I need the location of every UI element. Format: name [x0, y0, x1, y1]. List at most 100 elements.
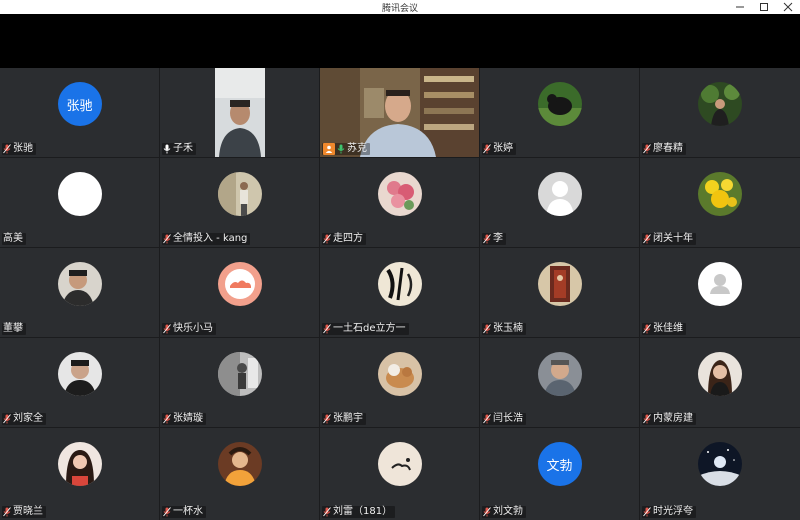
mic-icon — [163, 144, 171, 154]
participant-name: 高美 — [3, 233, 23, 244]
muted-mic-icon — [643, 144, 651, 154]
avatar — [698, 442, 742, 486]
participant-tile[interactable]: 走四方 — [320, 158, 479, 247]
participant-name: 张驰 — [13, 143, 33, 154]
muted-mic-icon — [483, 507, 491, 517]
participant-tile[interactable]: 子禾 — [160, 68, 319, 157]
muted-mic-icon — [483, 414, 491, 424]
participant-tile[interactable]: 时光浮夸 — [640, 428, 800, 520]
name-tag: 快乐小马 — [162, 323, 216, 335]
participant-tile[interactable]: 文勃 刘文勃 — [480, 428, 639, 520]
name-tag: 子禾 — [162, 143, 196, 155]
name-tag: 内蒙房建 — [642, 413, 696, 425]
minimize-icon[interactable] — [734, 1, 746, 13]
name-tag: 张鹏宇 — [322, 413, 366, 425]
participant-tile[interactable]: 一土石de立方一 — [320, 248, 479, 337]
participant-name: 刘文勃 — [493, 506, 523, 517]
participant-tile[interactable]: 闫长浩 — [480, 338, 639, 427]
name-tag: 廖春精 — [642, 143, 686, 155]
muted-mic-icon — [483, 324, 491, 334]
participant-tile[interactable]: 张婧璇 — [160, 338, 319, 427]
participant-name: 时光浮夸 — [653, 506, 693, 517]
name-tag: 一土石de立方一 — [322, 323, 409, 335]
participant-name: 刘家全 — [13, 413, 43, 424]
muted-mic-icon — [163, 414, 171, 424]
participant-tile[interactable]: 张佳维 — [640, 248, 800, 337]
avatar — [217, 442, 262, 486]
participant-tile[interactable]: 张鹏宇 — [320, 338, 479, 427]
participant-tile[interactable]: 刘家全 — [0, 338, 159, 427]
participant-name: 李 — [493, 233, 503, 244]
name-tag: 张婷 — [482, 143, 516, 155]
muted-mic-icon — [163, 234, 171, 244]
participant-tile[interactable]: 闭关十年 — [640, 158, 800, 247]
participant-name: 闫长浩 — [493, 413, 523, 424]
muted-mic-icon — [163, 507, 171, 517]
name-tag: 闫长浩 — [482, 413, 526, 425]
muted-mic-icon — [643, 324, 651, 334]
muted-mic-icon — [323, 414, 331, 424]
participant-tile[interactable]: 贾晓兰 — [0, 428, 159, 520]
participant-tile[interactable]: 高美 — [0, 158, 159, 247]
muted-mic-icon — [483, 144, 491, 154]
muted-mic-icon — [323, 234, 331, 244]
participant-tile[interactable]: 廖春精 — [640, 68, 800, 157]
name-tag: 张玉楠 — [482, 323, 526, 335]
participant-tile[interactable]: 张驰 张驰 — [0, 68, 159, 157]
muted-mic-icon — [3, 414, 11, 424]
avatar — [537, 262, 582, 306]
muted-mic-icon — [483, 234, 491, 244]
maximize-icon[interactable] — [758, 1, 770, 13]
window-controls — [734, 0, 794, 14]
participant-name: 苏克 — [347, 143, 367, 154]
name-tag: 高美 — [2, 233, 26, 245]
participant-tile[interactable]: 张婷 — [480, 68, 639, 157]
host-icon — [323, 143, 335, 155]
participant-tile[interactable]: 内蒙房建 — [640, 338, 800, 427]
participant-name: 张婧璇 — [173, 413, 203, 424]
muted-mic-icon — [643, 234, 651, 244]
participant-tile[interactable]: 全情投入 - kang — [160, 158, 319, 247]
participant-tile[interactable]: 快乐小马 — [160, 248, 319, 337]
name-tag: 时光浮夸 — [642, 506, 696, 518]
name-tag: 闭关十年 — [642, 233, 696, 245]
participant-name: 快乐小马 — [173, 323, 213, 334]
avatar — [57, 262, 102, 306]
avatar — [377, 262, 422, 306]
avatar — [57, 352, 102, 396]
muted-mic-icon — [643, 414, 651, 424]
top-shared-area — [0, 14, 800, 68]
avatar-text: 文勃 — [546, 458, 573, 474]
participant-name: 内蒙房建 — [653, 413, 693, 424]
participant-name: 贾晓兰 — [13, 506, 43, 517]
avatar — [57, 442, 102, 486]
participant-tile[interactable]: 张玉楠 — [480, 248, 639, 337]
avatar — [537, 82, 582, 126]
participant-tile[interactable]: 一杯水 — [160, 428, 319, 520]
mic-icon — [337, 144, 345, 154]
close-icon[interactable] — [782, 1, 794, 13]
participant-name: 董攀 — [3, 323, 23, 334]
name-tag: 刘文勃 — [482, 506, 526, 518]
name-tag: 张驰 — [2, 143, 36, 155]
participant-tile[interactable]: 刘雷（181） — [320, 428, 479, 520]
participant-tile[interactable]: 董攀 — [0, 248, 159, 337]
avatar — [217, 172, 262, 216]
avatar — [217, 352, 262, 396]
participant-name: 一杯水 — [173, 506, 203, 517]
name-tag: 走四方 — [322, 233, 366, 245]
name-tag: 张佳维 — [642, 323, 686, 335]
avatar — [377, 442, 422, 486]
name-tag: 刘雷（181） — [322, 506, 396, 518]
participant-name: 张婷 — [493, 143, 513, 154]
participant-grid: 张驰 张驰 子禾 苏克 张婷 廖春精 高美 全情投入 - kang 走四方 李 … — [0, 68, 800, 520]
name-tag: 全情投入 - kang — [162, 233, 251, 245]
avatar — [698, 262, 742, 306]
participant-name: 刘雷（181） — [333, 506, 393, 517]
participant-name: 子禾 — [173, 143, 193, 154]
avatar — [57, 172, 102, 216]
participant-name: 张鹏宇 — [333, 413, 363, 424]
active-speaker-tile[interactable]: 苏克 — [320, 68, 479, 157]
participant-name: 张佳维 — [653, 323, 683, 334]
participant-tile[interactable]: 李 — [480, 158, 639, 247]
